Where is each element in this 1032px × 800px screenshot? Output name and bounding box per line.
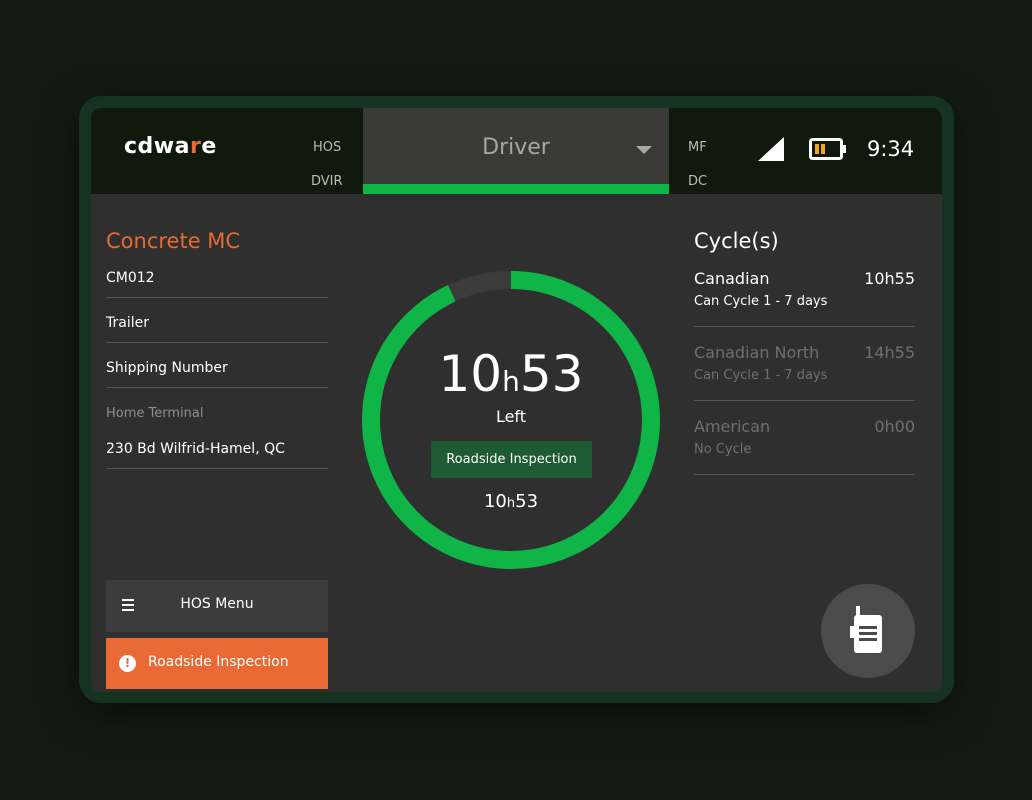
- cycles-title: Cycle(s): [694, 229, 779, 253]
- divider: [106, 387, 328, 388]
- status-badge: Roadside Inspection: [431, 441, 592, 478]
- battery-icon: [809, 138, 846, 160]
- screen: cdware HOS DVIR Driver MF DC 9:34 Concre…: [91, 108, 942, 692]
- company-name: Concrete MC: [106, 229, 241, 253]
- walkie-talkie-icon: [850, 606, 882, 653]
- divider: [694, 326, 915, 327]
- cycle-american-name[interactable]: American: [694, 417, 770, 436]
- cycle-canadian-north-sub: Can Cycle 1 - 7 days: [694, 368, 828, 383]
- walkie-talkie-button[interactable]: [821, 584, 915, 678]
- roadside-inspection-button[interactable]: ! Roadside Inspection: [106, 638, 328, 689]
- cycle-american-sub: No Cycle: [694, 442, 752, 457]
- cycle-canadian-north-time: 14h55: [864, 343, 915, 362]
- chevron-down-icon: [636, 146, 652, 154]
- active-tab-indicator: [363, 184, 669, 194]
- warning-icon: !: [119, 655, 136, 672]
- cdware-logo: cdware: [124, 134, 217, 159]
- trailer-field[interactable]: Trailer: [106, 315, 328, 331]
- home-terminal-label: Home Terminal: [106, 406, 204, 421]
- time-remaining: 10h53: [438, 345, 584, 403]
- nav-mf[interactable]: MF: [688, 140, 707, 155]
- cycle-american-time: 0h00: [874, 417, 915, 436]
- cycle-canadian-name[interactable]: Canadian: [694, 269, 769, 288]
- tablet-frame: cdware HOS DVIR Driver MF DC 9:34 Concre…: [79, 96, 954, 703]
- tab-driver-label: Driver: [482, 135, 550, 160]
- time-secondary: 10h53: [483, 491, 539, 512]
- roadside-inspection-label: Roadside Inspection: [148, 654, 289, 670]
- cycle-canadian-north-name[interactable]: Canadian North: [694, 343, 819, 362]
- clock: 9:34: [867, 137, 915, 161]
- hos-menu-label: HOS Menu: [180, 596, 254, 612]
- divider: [106, 297, 328, 298]
- home-terminal-value[interactable]: 230 Bd Wilfrid-Hamel, QC: [106, 441, 328, 457]
- nav-hos[interactable]: HOS: [313, 140, 341, 155]
- hos-menu-button[interactable]: HOS Menu: [106, 580, 328, 632]
- nav-dvir[interactable]: DVIR: [311, 174, 343, 189]
- divider: [106, 468, 328, 469]
- unit-number[interactable]: CM012: [106, 270, 328, 286]
- divider: [106, 342, 328, 343]
- signal-icon: [758, 137, 784, 161]
- cycle-canadian-sub: Can Cycle 1 - 7 days: [694, 294, 828, 309]
- divider: [694, 400, 915, 401]
- cycle-canadian-time: 10h55: [864, 269, 915, 288]
- top-bar: cdware HOS DVIR Driver MF DC 9:34: [91, 108, 942, 194]
- nav-dc[interactable]: DC: [688, 174, 707, 189]
- divider: [694, 474, 915, 475]
- time-left-label: Left: [495, 407, 527, 426]
- tab-driver[interactable]: Driver: [363, 108, 669, 194]
- shipping-number-field[interactable]: Shipping Number: [106, 360, 328, 376]
